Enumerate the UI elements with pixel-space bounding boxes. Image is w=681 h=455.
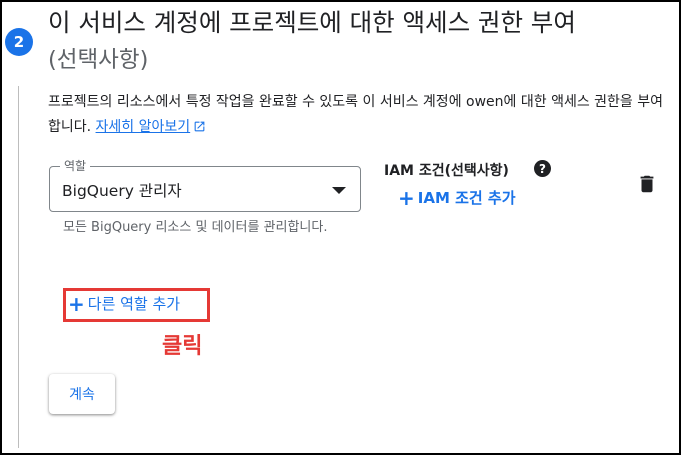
step-description: 프로젝트의 리소스에서 특정 작업을 완료할 수 있도록 이 서비스 계정에 o…	[48, 90, 670, 142]
plus-icon: +	[398, 186, 415, 210]
dropdown-arrow-icon[interactable]	[332, 187, 346, 194]
learn-more-link[interactable]: 자세히 알아보기	[96, 119, 191, 135]
plus-icon: +	[68, 292, 85, 316]
add-another-role-label: 다른 역할 추가	[87, 295, 181, 313]
step-connector-line	[18, 86, 19, 448]
role-select-label: 역할	[60, 157, 91, 174]
click-annotation: 클릭	[162, 334, 203, 359]
iam-condition-label: IAM 조건(선택사항)	[384, 163, 509, 179]
role-help-text: 모든 BigQuery 리소스 및 데이터를 관리합니다.	[63, 220, 328, 235]
step-title: 이 서비스 계정에 프로젝트에 대한 액세스 권한 부여	[48, 8, 576, 37]
add-iam-condition-button[interactable]: + IAM 조건 추가	[398, 186, 516, 210]
step-number-badge: 2	[5, 28, 33, 56]
continue-button[interactable]: 계속	[49, 374, 115, 414]
help-icon[interactable]: ?	[534, 160, 551, 177]
trash-icon[interactable]	[636, 172, 658, 200]
open-in-new-icon[interactable]	[193, 117, 206, 142]
role-select[interactable]: 역할 BigQuery 관리자	[49, 157, 361, 212]
add-another-role-button[interactable]: + 다른 역할 추가	[68, 292, 180, 316]
add-iam-condition-label: IAM 조건 추가	[417, 189, 516, 207]
role-select-value: BigQuery 관리자	[62, 182, 182, 200]
step-subtitle: (선택사항)	[48, 47, 149, 73]
